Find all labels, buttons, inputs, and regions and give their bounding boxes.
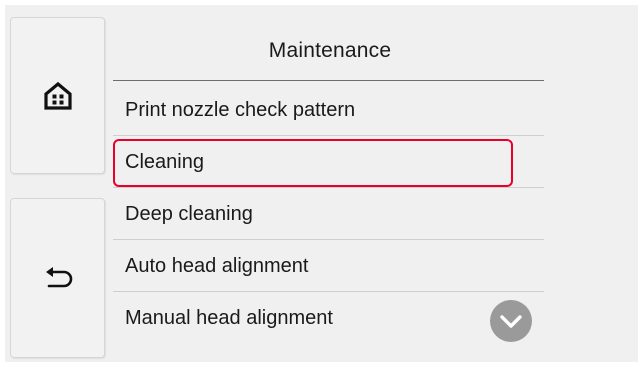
home-button[interactable] (10, 17, 105, 174)
menu-item-label: Manual head alignment (125, 307, 333, 329)
title-divider (113, 80, 544, 81)
menu-item-label: Cleaning (125, 151, 204, 173)
back-button[interactable] (10, 198, 105, 358)
menu-item-deep-cleaning[interactable]: Deep cleaning (113, 188, 544, 240)
screen-title: Maintenance (268, 39, 392, 62)
chevron-down-icon (500, 315, 522, 328)
scroll-down-button[interactable] (490, 300, 532, 342)
printer-lcd-screen: Maintenance Print nozzle check pattern C… (5, 5, 638, 362)
menu-item-label: Auto head alignment (125, 255, 309, 277)
menu-item-manual-head-alignment[interactable]: Manual head alignment (113, 292, 544, 344)
menu-item-cleaning[interactable]: Cleaning (113, 136, 544, 188)
menu-item-auto-head-alignment[interactable]: Auto head alignment (113, 240, 544, 292)
back-arrow-icon (43, 266, 73, 290)
home-icon (43, 81, 73, 111)
menu-item-print-nozzle-check-pattern[interactable]: Print nozzle check pattern (113, 84, 544, 136)
maintenance-menu: Print nozzle check pattern Cleaning Deep… (113, 84, 544, 344)
menu-item-label: Print nozzle check pattern (125, 99, 356, 121)
menu-item-label: Deep cleaning (125, 203, 253, 225)
